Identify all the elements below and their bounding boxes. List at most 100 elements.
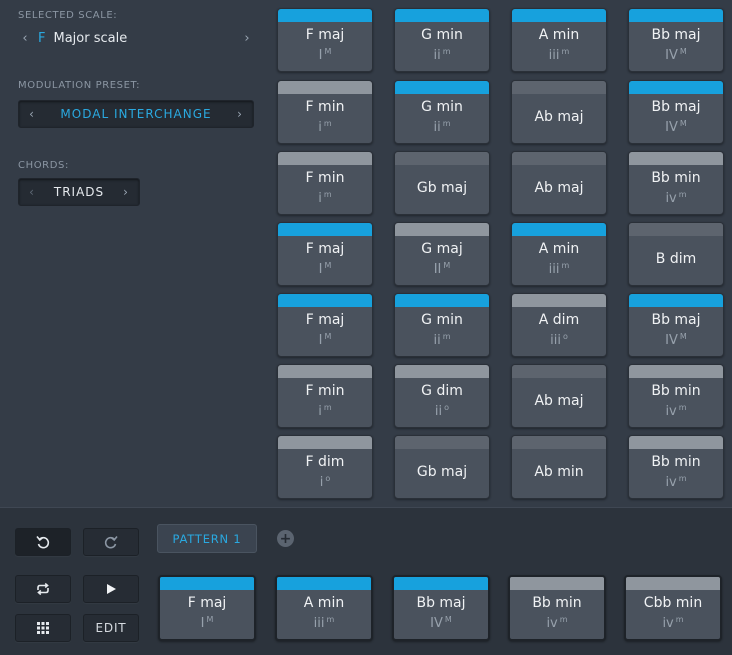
- chord-degree: IM: [278, 332, 372, 348]
- undo-button[interactable]: [15, 528, 71, 556]
- grid-view-button[interactable]: [15, 614, 71, 642]
- chord-degree: IV M: [629, 47, 723, 63]
- chord-degree: iii m: [512, 47, 606, 63]
- chord-pad[interactable]: Ab maj: [511, 151, 607, 215]
- chord-pad[interactable]: F maj I M: [277, 8, 373, 72]
- modulation-preset-selector[interactable]: ‹ MODAL INTERCHANGE ›: [18, 100, 254, 128]
- chord-degree: ii m: [395, 119, 489, 135]
- degree-numeral: IV: [665, 120, 678, 135]
- chord-quality: m: [678, 190, 687, 199]
- scale-key: F: [38, 30, 46, 46]
- sequence-chord-pad[interactable]: Bb min iv m: [508, 575, 606, 641]
- degree-numeral: IV: [430, 616, 443, 631]
- chord-name: F maj: [305, 312, 345, 328]
- chord-pad[interactable]: F min i m: [277, 364, 373, 428]
- sequence-chord-pad[interactable]: A min iii m: [275, 575, 373, 641]
- chord-name: Bb maj: [651, 99, 701, 115]
- chord-degree: ii o: [395, 403, 489, 419]
- add-pattern-button[interactable]: +: [277, 530, 294, 547]
- chevron-left-icon[interactable]: ‹: [25, 185, 39, 199]
- chord-pad[interactable]: G maj II M: [394, 222, 490, 286]
- chord-pad[interactable]: Bb maj IV M: [628, 293, 724, 357]
- pad-indicator-bar: [512, 152, 606, 165]
- chord-pad[interactable]: G min ii m: [394, 8, 490, 72]
- plus-icon: +: [279, 530, 292, 547]
- chord-pad[interactable]: A min iii m: [511, 222, 607, 286]
- sequence-chord-pad[interactable]: F maj I M: [158, 575, 256, 641]
- pad-indicator-bar: [629, 436, 723, 449]
- chord-degree: IM: [278, 261, 372, 277]
- chord-quality: m: [323, 190, 332, 199]
- chord-degree: iv m: [510, 615, 604, 631]
- chord-quality: m: [675, 615, 684, 624]
- pad-indicator-bar: [395, 81, 489, 94]
- chord-degree: iv m: [626, 615, 720, 631]
- modulation-preset-label: MODULATION PRESET:: [18, 80, 141, 91]
- chord-degree: iii o: [512, 332, 606, 348]
- chord-pad[interactable]: F maj I M: [277, 222, 373, 286]
- degree-numeral: iv: [665, 191, 677, 206]
- chord-quality: M: [206, 615, 214, 624]
- chord-pad[interactable]: Bb maj IV M: [628, 80, 724, 144]
- degree-numeral: ii: [433, 48, 441, 63]
- chord-pad[interactable]: Bb min iv m: [628, 151, 724, 215]
- chord-name: F maj: [305, 241, 345, 257]
- chord-name: F min: [305, 170, 345, 186]
- sequence-chord-pad[interactable]: Bb maj IV M: [392, 575, 490, 641]
- chord-quality: m: [442, 47, 451, 56]
- sequence-chord-pad[interactable]: Cbb min iv m: [624, 575, 722, 641]
- chord-name: G min: [421, 312, 463, 328]
- pad-indicator-bar: [278, 223, 372, 236]
- chord-pad[interactable]: Ab maj: [511, 364, 607, 428]
- chord-pad[interactable]: Gb maj: [394, 151, 490, 215]
- chord-name: A min: [303, 595, 345, 611]
- degree-numeral: iii: [550, 333, 561, 348]
- pattern-tab[interactable]: PATTERN 1: [157, 524, 257, 553]
- chord-name: Ab maj: [534, 180, 584, 196]
- degree-numeral: IV: [665, 333, 678, 348]
- chord-pad[interactable]: G min ii m: [394, 293, 490, 357]
- chord-pad[interactable]: Bb min iv m: [628, 364, 724, 428]
- chord-pad[interactable]: Ab maj: [511, 80, 607, 144]
- degree-numeral: ii: [434, 404, 443, 419]
- pad-indicator-bar: [512, 365, 606, 378]
- chord-degree: IV M: [629, 332, 723, 348]
- chord-pad[interactable]: F min i m: [277, 80, 373, 144]
- degree-numeral: i: [318, 120, 322, 135]
- chord-pad[interactable]: F dim i o: [277, 435, 373, 499]
- undo-icon: [36, 536, 50, 549]
- chord-quality: o: [444, 403, 450, 412]
- loop-button[interactable]: [15, 575, 71, 603]
- chord-pad[interactable]: Bb maj IV M: [628, 8, 724, 72]
- chord-pad[interactable]: Gb maj: [394, 435, 490, 499]
- chord-pad[interactable]: A min iii m: [511, 8, 607, 72]
- chord-degree: IV M: [394, 615, 488, 631]
- play-button[interactable]: [83, 575, 139, 603]
- chord-pad[interactable]: F min i m: [277, 151, 373, 215]
- redo-button[interactable]: [83, 528, 139, 556]
- grid-icon: [37, 622, 49, 634]
- chords-type-selector[interactable]: ‹ TRIADS ›: [18, 178, 140, 206]
- pad-indicator-bar: [395, 294, 489, 307]
- chord-pad[interactable]: G dim ii o: [394, 364, 490, 428]
- chevron-right-icon[interactable]: ›: [240, 31, 254, 46]
- chord-pad[interactable]: B dim: [628, 222, 724, 286]
- chord-pad[interactable]: A dim iii o: [511, 293, 607, 357]
- pad-indicator-bar: [512, 436, 606, 449]
- chord-degree: iii m: [512, 261, 606, 277]
- chevron-right-icon[interactable]: ›: [233, 107, 247, 121]
- chord-quality: m: [561, 47, 570, 56]
- chord-pad[interactable]: Bb min iv m: [628, 435, 724, 499]
- scale-selector[interactable]: ‹ F Major scale ›: [18, 28, 254, 48]
- chevron-left-icon[interactable]: ‹: [18, 31, 32, 46]
- edit-button[interactable]: EDIT: [83, 614, 139, 642]
- chord-pad[interactable]: Ab min: [511, 435, 607, 499]
- chord-pad[interactable]: G min ii m: [394, 80, 490, 144]
- pad-indicator-bar: [510, 577, 604, 590]
- chord-pad[interactable]: F maj I M: [277, 293, 373, 357]
- pad-indicator-bar: [395, 436, 489, 449]
- chevron-right-icon[interactable]: ›: [119, 185, 133, 199]
- chevron-left-icon[interactable]: ‹: [25, 107, 39, 121]
- degree-numeral: iii: [548, 48, 560, 63]
- selected-scale-label: SELECTED SCALE:: [18, 10, 118, 21]
